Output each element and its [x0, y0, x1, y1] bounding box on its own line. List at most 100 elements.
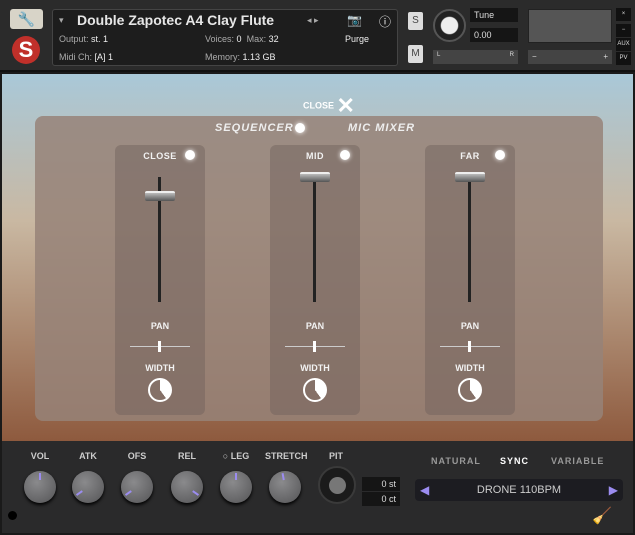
pan-handle[interactable]	[158, 341, 161, 352]
pan-label: PAN	[150, 321, 170, 331]
close-icon[interactable]: ×	[616, 8, 631, 21]
output-select[interactable]: Output: st. 1	[59, 34, 108, 44]
dropdown-icon[interactable]: ▾	[59, 15, 64, 26]
tab-sequencer[interactable]: SEQUENCER	[215, 122, 294, 134]
voices-value: 0	[236, 34, 242, 44]
mode-variable[interactable]: VARIABLE	[551, 456, 604, 466]
sequencer-led[interactable]	[295, 123, 305, 133]
knob-label-text: LEG	[230, 451, 250, 461]
channel-enable-led[interactable]	[185, 150, 195, 160]
max-label: Max:	[246, 34, 267, 44]
knob-indicator	[75, 490, 83, 496]
knob-indicator	[192, 490, 200, 496]
cents-value[interactable]: 0 ct	[362, 492, 400, 506]
logo: S	[12, 36, 40, 64]
pit-knob[interactable]	[318, 466, 356, 504]
voices: Voices: 0 Max: 32	[205, 34, 279, 44]
pit-label: PIT	[328, 451, 343, 461]
knob-label-text: OFS	[127, 451, 147, 461]
fader-handle[interactable]	[145, 190, 175, 201]
instrument-name: Double Zapotec A4 Clay Flute	[77, 12, 275, 28]
knob-label: VOL	[20, 451, 60, 461]
close-label: CLOSE	[303, 100, 335, 111]
minimize-icon[interactable]: −	[616, 24, 631, 37]
width-knob[interactable]	[148, 378, 172, 402]
aux-button[interactable]: AUX	[616, 38, 631, 51]
knob-label: ATK	[68, 451, 108, 461]
prev-preset-icon[interactable]: ◀	[420, 479, 429, 501]
pv-button[interactable]: PV	[616, 52, 631, 65]
mixer-channel: FAR PAN WIDTH	[425, 145, 515, 415]
knob-label: REL	[167, 451, 207, 461]
semitones-value[interactable]: 0 st	[362, 477, 400, 491]
knob-label: ○ LEG	[216, 451, 256, 461]
memory: Memory: 1.13 GB	[205, 52, 276, 62]
instrument-panel: ▾ Double Zapotec A4 Clay Flute ◂ ▸ 📷 ⓘ O…	[52, 9, 398, 66]
purge-button[interactable]: Purge	[345, 34, 369, 44]
pan-label: PAN	[460, 321, 480, 331]
knob-label-text: ATK	[79, 451, 97, 461]
knob-label: STRETCH	[265, 451, 308, 461]
midi-value: [A] 1	[94, 52, 114, 62]
knob-atk[interactable]	[72, 471, 104, 503]
tune-value[interactable]: 0.00	[470, 28, 518, 42]
fader-handle[interactable]	[300, 172, 330, 182]
memory-label: Memory:	[205, 52, 241, 62]
volume-slider[interactable]: − +	[528, 50, 612, 64]
pan-label: PAN	[305, 321, 325, 331]
close-x-icon: ✕	[336, 93, 355, 118]
legato-toggle[interactable]: ○	[223, 451, 228, 461]
max-value[interactable]: 32	[269, 34, 279, 44]
camera-icon[interactable]: 📷	[347, 13, 362, 27]
midi-label: Midi Ch:	[59, 52, 93, 62]
fader-handle[interactable]	[455, 172, 485, 182]
knob-indicator	[281, 473, 285, 481]
info-icon[interactable]: ⓘ	[379, 13, 391, 30]
memory-value: 1.13 GB	[242, 52, 276, 62]
solo-button[interactable]: S	[408, 12, 423, 30]
tune-label: Tune	[470, 8, 518, 22]
broom-icon[interactable]: 🧹	[592, 506, 612, 526]
knob-label-text: VOL	[30, 451, 50, 461]
knob-indicator	[39, 473, 41, 480]
level-meter	[528, 9, 612, 43]
mixer-channel: CLOSE PAN WIDTH	[115, 145, 205, 415]
knob-stretch[interactable]	[269, 471, 301, 503]
voices-label: Voices:	[205, 34, 235, 44]
fader-track[interactable]	[313, 177, 316, 302]
mode-sync[interactable]: SYNC	[500, 456, 529, 466]
mode-natural[interactable]: NATURAL	[431, 456, 481, 466]
mixer-channel: MID PAN WIDTH	[270, 145, 360, 415]
width-knob[interactable]	[458, 378, 482, 402]
indicator-dot	[8, 511, 17, 520]
fader-track[interactable]	[468, 177, 471, 302]
preset-selector: ◀ DRONE 110BPM ▶	[415, 479, 623, 501]
knob-ofs[interactable]	[121, 471, 153, 503]
output-label: Output:	[59, 34, 89, 44]
knob-label-text: REL	[178, 451, 196, 461]
width-label: WIDTH	[145, 363, 175, 373]
prev-icon[interactable]: ◂ ▸	[307, 15, 319, 26]
knob-label-text: STRETCH	[265, 451, 308, 461]
next-preset-icon[interactable]: ▶	[609, 479, 618, 501]
knob-vol[interactable]	[24, 471, 56, 503]
pan-handle[interactable]	[313, 341, 316, 352]
preset-name: DRONE 110BPM	[476, 484, 562, 496]
pan-l: L	[437, 52, 441, 58]
channel-enable-led[interactable]	[495, 150, 505, 160]
pan-slider[interactable]: LR	[433, 50, 518, 64]
output-value: st. 1	[91, 34, 109, 44]
pan-r: R	[509, 52, 514, 58]
tune-knob[interactable]	[433, 9, 466, 42]
midi-select[interactable]: Midi Ch: [A] 1	[59, 52, 113, 62]
wrench-icon[interactable]: 🔧	[10, 9, 43, 29]
tab-mic-mixer[interactable]: MIC MIXER	[348, 122, 415, 134]
channel-enable-led[interactable]	[340, 150, 350, 160]
knob-leg[interactable]	[220, 471, 252, 503]
width-knob[interactable]	[303, 378, 327, 402]
mute-button[interactable]: M	[408, 45, 423, 63]
pan-handle[interactable]	[468, 341, 471, 352]
knob-rel[interactable]	[171, 471, 203, 503]
vol-plus: +	[603, 52, 608, 61]
width-label: WIDTH	[455, 363, 485, 373]
